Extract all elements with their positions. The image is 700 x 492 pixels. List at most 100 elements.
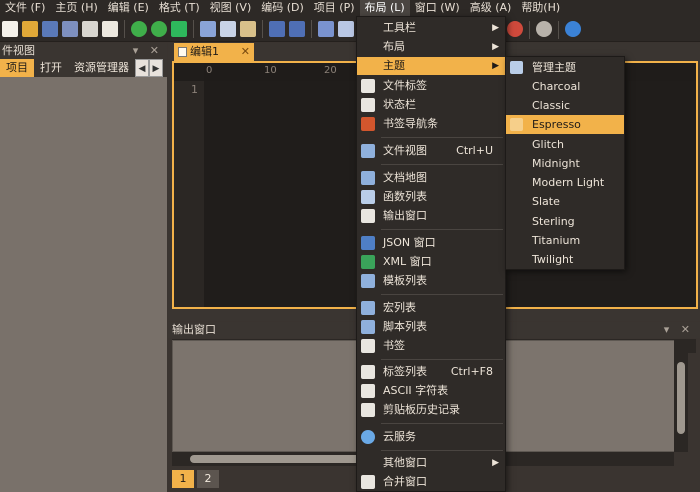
menu-item-json-window[interactable]: JSON 窗口 <box>357 234 505 252</box>
menu-item-bookmark-bar[interactable]: 书签导航条 <box>357 115 505 133</box>
menu-item-file-tabs[interactable]: 文件标签 <box>357 77 505 95</box>
tab-project[interactable]: 项目 <box>0 59 34 77</box>
submenu-item-label: Espresso <box>532 118 581 131</box>
gear-icon[interactable] <box>536 21 552 37</box>
menu-item-output-window[interactable]: 输出窗口 <box>357 207 505 225</box>
back-icon[interactable] <box>131 20 147 37</box>
print-icon[interactable] <box>82 20 98 37</box>
submenu-item-midnight[interactable]: Midnight <box>506 154 624 173</box>
line-number-gutter: 1 <box>174 81 204 307</box>
menu-item-label: 脚本列表 <box>383 320 427 333</box>
paste-icon[interactable] <box>240 20 256 37</box>
output-vertical-scrollbar[interactable] <box>674 340 688 452</box>
submenu-item-manage-themes[interactable]: 管理主题 <box>506 58 624 77</box>
menu-item-macro-list[interactable]: 宏列表 <box>357 299 505 317</box>
tabs-scroll-left-icon[interactable]: ◀ <box>135 59 149 77</box>
menu-item-bookmarks[interactable]: 书签 <box>357 337 505 355</box>
open-folder-icon[interactable] <box>22 20 38 37</box>
json-icon <box>361 236 375 250</box>
menu-edit[interactable]: 编辑 (E) <box>103 0 154 16</box>
help-icon[interactable] <box>565 21 581 37</box>
toolbar-separator <box>529 21 530 39</box>
submenu-item-label: Modern Light <box>532 176 605 189</box>
ruler-label: 20 <box>324 65 337 76</box>
panel-controls[interactable]: ▾ ✕ <box>133 43 167 59</box>
submenu-item-charcoal[interactable]: Charcoal <box>506 77 624 96</box>
file-view-panel: 件视图 ▾ ✕ 项目 打开 资源管理器 ◀ ▶ <box>0 43 167 492</box>
menu-item-ascii-table[interactable]: ASCII 字符表 <box>357 382 505 400</box>
undo-icon[interactable] <box>269 20 285 37</box>
print-preview-icon[interactable] <box>102 20 118 37</box>
menu-item-status-bar[interactable]: 状态栏 <box>357 96 505 114</box>
submenu-arrow-icon: ▶ <box>492 61 499 71</box>
tab-open[interactable]: 打开 <box>34 59 68 77</box>
submenu-item-modern-light[interactable]: Modern Light <box>506 173 624 192</box>
save-all-icon[interactable] <box>62 20 78 37</box>
panel-tabs: 项目 打开 资源管理器 ◀ ▶ <box>0 59 167 77</box>
menu-item-label: 布局 <box>383 40 405 53</box>
menu-item-label: 函数列表 <box>383 190 427 203</box>
script-icon[interactable] <box>507 21 523 37</box>
scrollbar-thumb[interactable] <box>677 362 685 434</box>
menu-advanced[interactable]: 高级 (A) <box>465 0 517 16</box>
template-list-icon <box>361 274 375 288</box>
document-tab[interactable]: 编辑1 ✕ <box>174 43 254 61</box>
menu-home[interactable]: 主页 (H) <box>50 0 102 16</box>
redo-icon[interactable] <box>289 20 305 37</box>
menu-file[interactable]: 文件 (F) <box>0 0 50 16</box>
submenu-item-classic[interactable]: Classic <box>506 96 624 115</box>
menu-separator <box>381 164 503 165</box>
tab-explorer[interactable]: 资源管理器 <box>68 59 135 77</box>
submenu-item-slate[interactable]: Slate <box>506 192 624 211</box>
menu-item-function-list[interactable]: 函数列表 <box>357 188 505 206</box>
output-page-tab[interactable]: 1 <box>172 470 194 488</box>
menu-item-label: 书签 <box>383 339 405 352</box>
output-page-tab[interactable]: 2 <box>197 470 219 488</box>
menu-window[interactable]: 窗口 (W) <box>410 0 465 16</box>
panel-title-bar: 件视图 ▾ ✕ <box>0 43 167 59</box>
theme-submenu: 管理主题 Charcoal Classic Espresso Glitch Mi… <box>505 56 625 270</box>
menu-view[interactable]: 视图 (V) <box>205 0 257 16</box>
menu-item-cloud-services[interactable]: 云服务 <box>357 428 505 446</box>
submenu-item-sterling[interactable]: Sterling <box>506 212 624 231</box>
submenu-item-espresso[interactable]: Espresso <box>506 115 624 134</box>
menu-item-template-list[interactable]: 模板列表 <box>357 272 505 290</box>
menu-separator <box>381 137 503 138</box>
find-icon[interactable] <box>318 20 334 37</box>
menu-project[interactable]: 项目 (P) <box>309 0 360 16</box>
menu-item-tag-list[interactable]: 标签列表 Ctrl+F8 <box>357 363 505 381</box>
submenu-item-glitch[interactable]: Glitch <box>506 135 624 154</box>
menu-item-other-windows[interactable]: 其他窗口 ▶ <box>357 454 505 472</box>
menu-item-script-list[interactable]: 脚本列表 <box>357 318 505 336</box>
ascii-table-icon <box>361 384 375 398</box>
menu-item-label: 其他窗口 <box>383 456 427 469</box>
menu-help[interactable]: 帮助(H) <box>516 0 565 16</box>
save-icon[interactable] <box>42 20 58 37</box>
forward-icon[interactable] <box>151 20 167 37</box>
tabs-scroll-right-icon[interactable]: ▶ <box>149 59 163 77</box>
menu-item-merge-windows[interactable]: 合并窗口 <box>357 473 505 491</box>
replace-icon[interactable] <box>338 20 354 37</box>
menu-item-clipboard-history[interactable]: 剪贴板历史记录 <box>357 401 505 419</box>
menu-item-document-map[interactable]: 文档地图 <box>357 169 505 187</box>
toolbar-separator <box>262 19 263 38</box>
close-tab-icon[interactable]: ✕ <box>241 43 250 61</box>
new-file-icon[interactable] <box>2 20 18 37</box>
submenu-item-titanium[interactable]: Titanium <box>506 231 624 250</box>
cloud-icon <box>361 430 375 444</box>
menu-item-themes[interactable]: 主题 ▶ <box>357 57 505 75</box>
output-window-controls[interactable]: ▾ ✕ <box>664 322 694 338</box>
menu-item-xml-window[interactable]: XML 窗口 <box>357 253 505 271</box>
toolbar-separator <box>124 19 125 38</box>
submenu-item-twilight[interactable]: Twilight <box>506 250 624 269</box>
menu-item-file-view[interactable]: 文件视图 Ctrl+U <box>357 142 505 160</box>
cut-icon[interactable] <box>200 20 216 37</box>
menu-format[interactable]: 格式 (T) <box>154 0 205 16</box>
menu-item-layout[interactable]: 布局 ▶ <box>357 38 505 56</box>
goto-icon[interactable] <box>171 20 187 37</box>
submenu-item-label: Glitch <box>532 138 564 151</box>
menu-encoding[interactable]: 编码 (D) <box>256 0 309 16</box>
menu-item-toolbars[interactable]: 工具栏 ▶ <box>357 19 505 37</box>
menu-layout[interactable]: 布局 (L) <box>359 0 410 16</box>
copy-icon[interactable] <box>220 20 236 37</box>
